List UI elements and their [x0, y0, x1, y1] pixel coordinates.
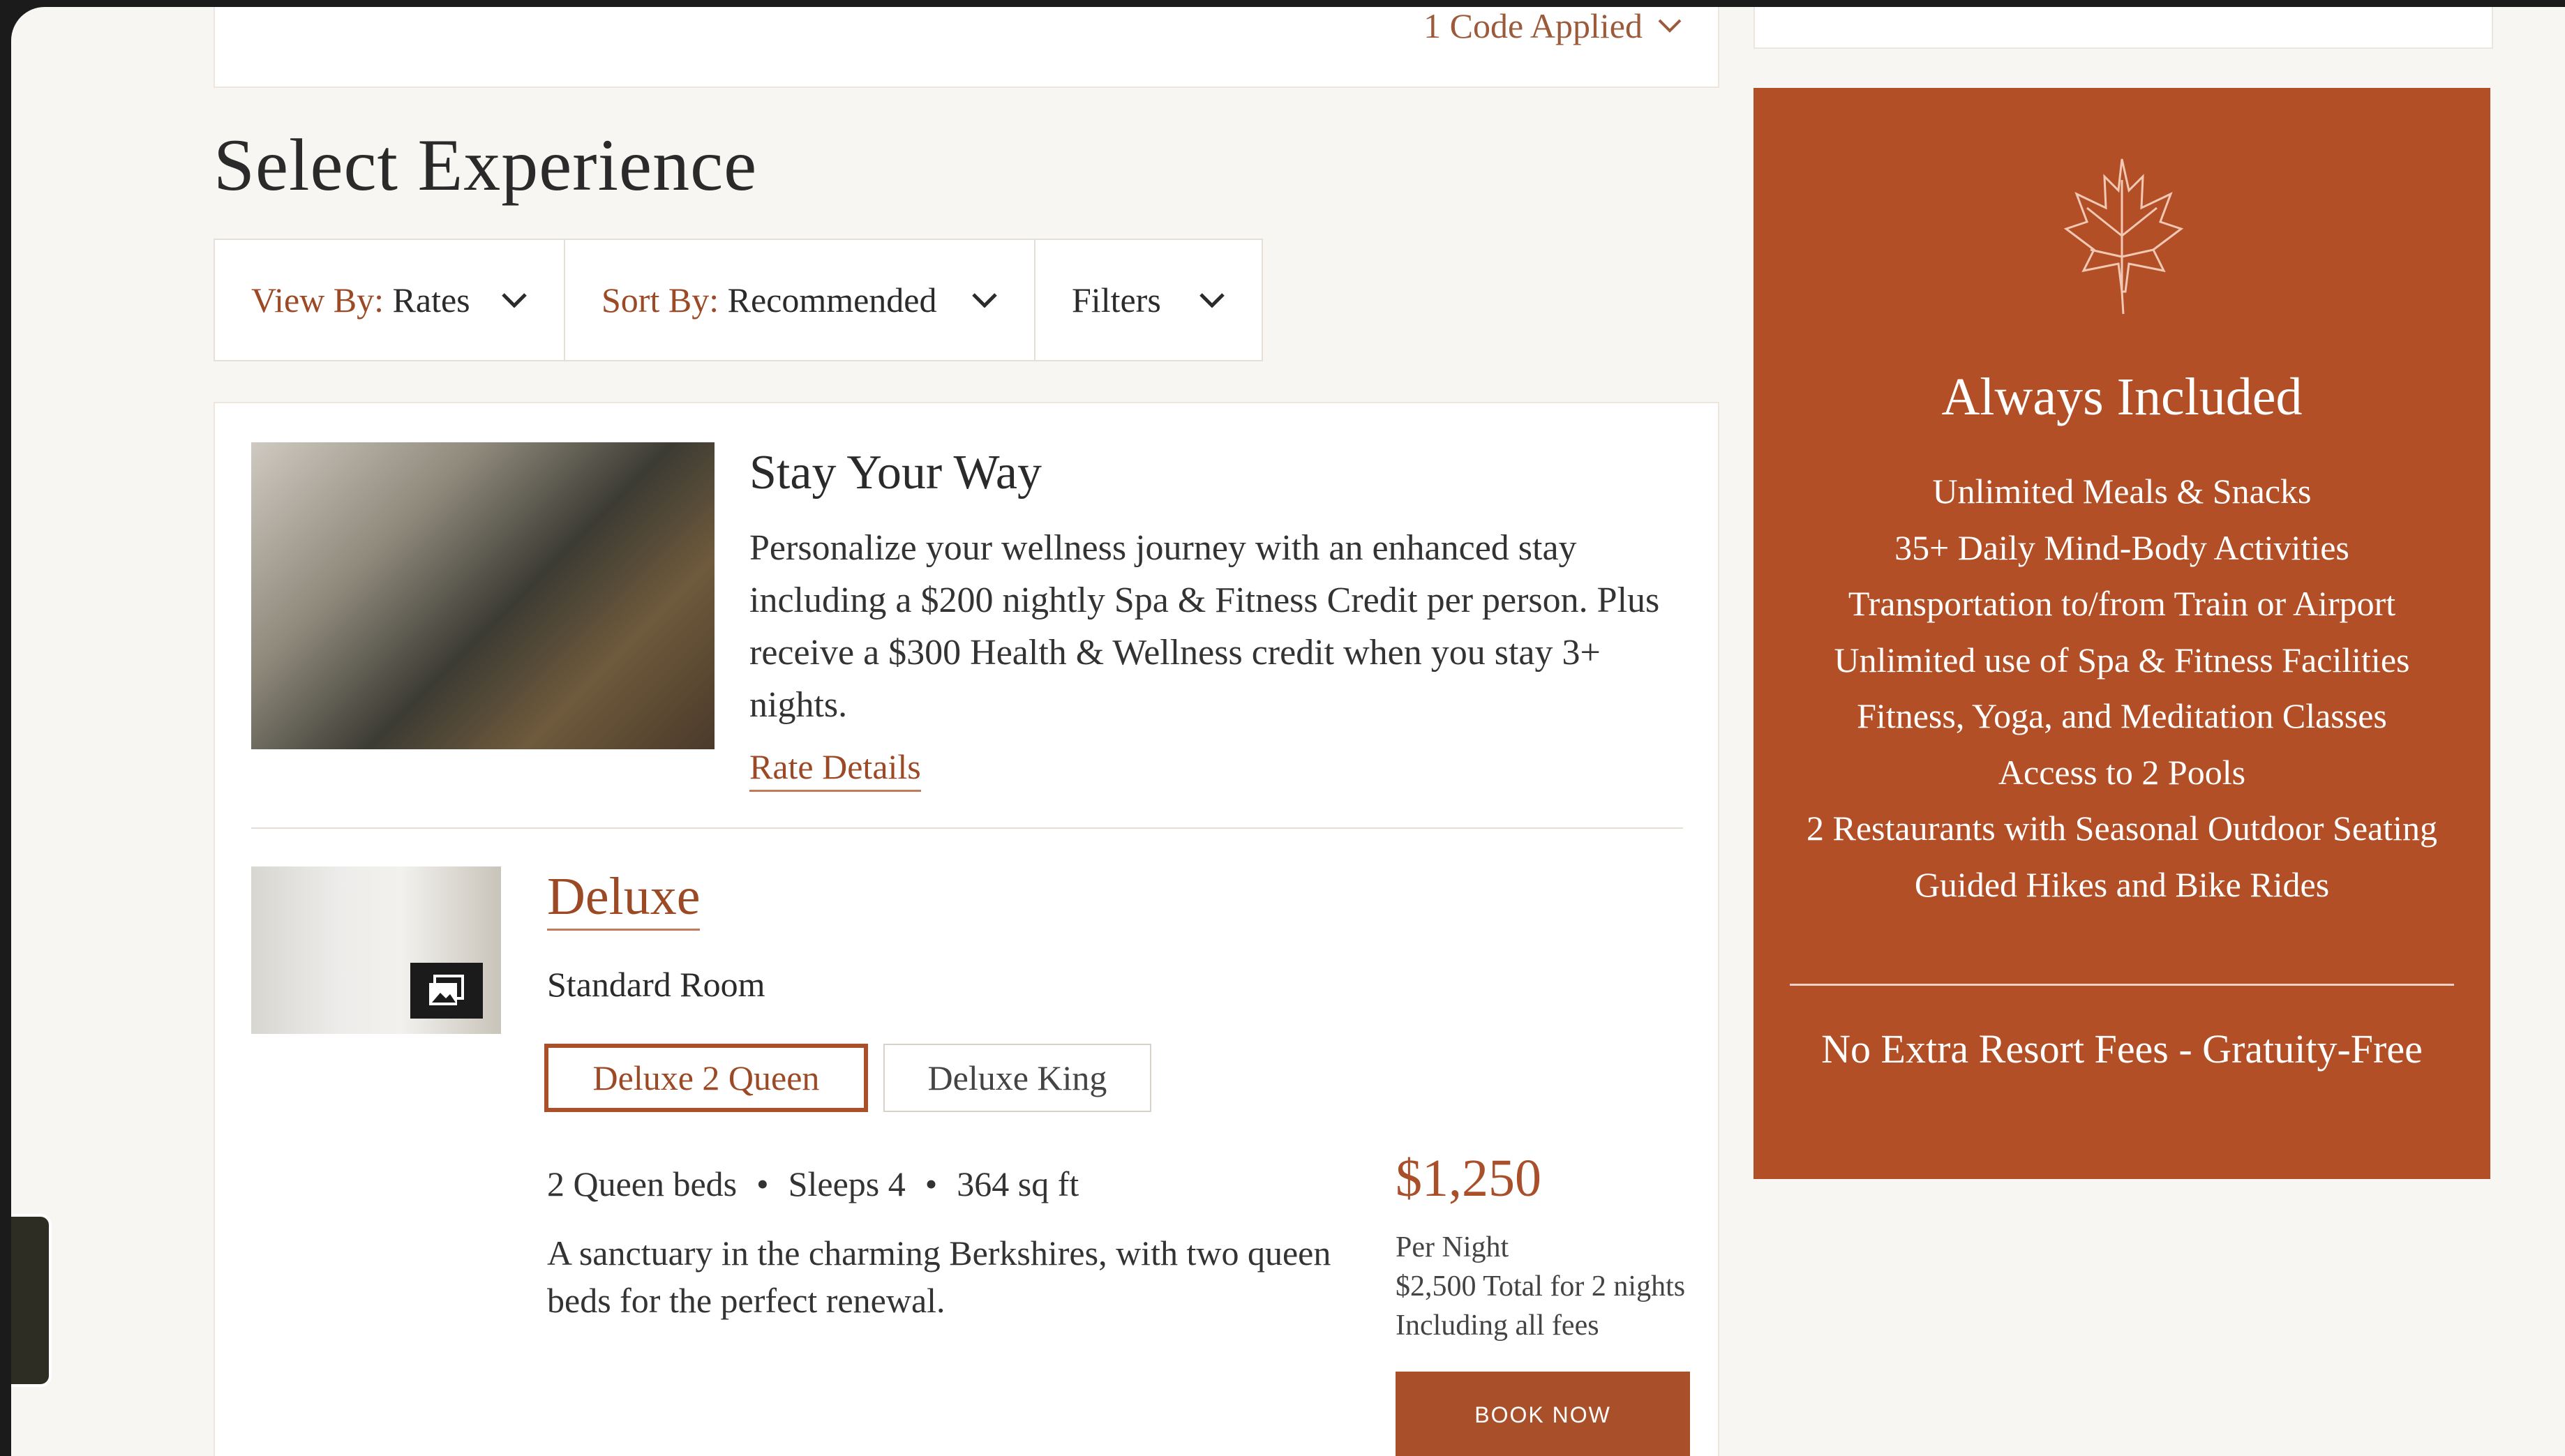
promo-code-label: 1 Code Applied — [1423, 7, 1643, 45]
gallery-icon[interactable] — [410, 963, 483, 1019]
divider — [251, 827, 1683, 829]
sort-by-dropdown[interactable]: Sort By: Recommended — [564, 239, 1035, 361]
promo-title: Stay Your Way — [749, 446, 1042, 500]
panel-footer-note: No Extra Resort Fees - Gratuity-Free — [1821, 1026, 2423, 1072]
included-item: Unlimited use of Spa & Fitness Facilitie… — [1834, 640, 2410, 680]
room-name-link[interactable]: Deluxe — [547, 866, 701, 931]
included-item: Access to 2 Pools — [1998, 752, 2246, 792]
sidebar-top-box — [1753, 7, 2493, 49]
filter-bar: View By: Rates Sort By: Recommended Filt… — [214, 239, 1263, 361]
panel-title: Always Included — [1941, 368, 2303, 426]
view-by-dropdown[interactable]: View By: Rates — [214, 239, 565, 361]
rate-details-link[interactable]: Rate Details — [749, 746, 921, 792]
browser-viewport: 1 Code Applied Select Experience View By… — [11, 7, 2565, 1456]
price-per-night: Per Night — [1396, 1231, 1509, 1263]
included-list: Unlimited Meals & Snacks 35+ Daily Mind-… — [1753, 463, 2490, 913]
promo-code-bar: 1 Code Applied — [214, 7, 1719, 88]
floating-video-thumbnail[interactable] — [11, 1214, 52, 1387]
view-by-key: View By: — [251, 280, 384, 320]
included-item: Fitness, Yoga, and Meditation Classes — [1857, 696, 2387, 735]
book-now-button[interactable]: BOOK NOW — [1396, 1372, 1690, 1456]
panel-divider — [1790, 984, 2454, 986]
maple-leaf-icon — [2063, 158, 2184, 315]
included-item: Guided Hikes and Bike Rides — [1914, 864, 2330, 904]
page-title: Select Experience — [214, 124, 758, 206]
always-included-panel: Always Included Unlimited Meals & Snacks… — [1753, 88, 2490, 1179]
promo-description: Personalize your wellness journey with a… — [749, 528, 1660, 725]
room-specs: 2 Queen beds • Sleeps 4 • 364 sq ft — [547, 1164, 1079, 1203]
room-sleeps: Sleeps 4 — [788, 1164, 906, 1203]
view-by-value: Rates — [392, 280, 470, 320]
chevron-down-icon — [502, 293, 527, 308]
chevron-down-icon — [1199, 293, 1225, 308]
included-item: 2 Restaurants with Seasonal Outdoor Seat… — [1806, 809, 2438, 848]
filters-dropdown[interactable]: Filters — [1034, 239, 1263, 361]
room-beds: 2 Queen beds — [547, 1164, 738, 1203]
room-size: 364 sq ft — [957, 1164, 1079, 1203]
price-fees-note: Including all fees — [1396, 1309, 1599, 1342]
room-option-deluxe-king[interactable]: Deluxe King — [883, 1044, 1151, 1112]
chevron-down-icon — [1658, 19, 1682, 33]
room-image[interactable] — [251, 866, 501, 1034]
room-option-deluxe-2-queen[interactable]: Deluxe 2 Queen — [544, 1044, 868, 1112]
price-total: $2,500 Total for 2 nights — [1396, 1270, 1686, 1303]
chevron-down-icon — [972, 293, 997, 308]
promo-image — [251, 442, 715, 749]
sort-by-key: Sort By: — [601, 280, 719, 320]
room-type: Standard Room — [547, 965, 765, 1004]
sort-by-value: Recommended — [727, 280, 937, 320]
room-price: $1,250 — [1396, 1149, 1541, 1208]
image-icon — [429, 975, 464, 1005]
filters-label: Filters — [1072, 280, 1161, 320]
promo-code-toggle[interactable]: 1 Code Applied — [1423, 7, 1682, 46]
included-item: Unlimited Meals & Snacks — [1932, 472, 2312, 511]
included-item: 35+ Daily Mind-Body Activities — [1894, 527, 2349, 567]
included-item: Transportation to/from Train or Airport — [1848, 584, 2396, 623]
rate-card: Stay Your Way Personalize your wellness … — [214, 402, 1719, 1456]
room-description: A sanctuary in the charming Berkshires, … — [547, 1233, 1331, 1320]
